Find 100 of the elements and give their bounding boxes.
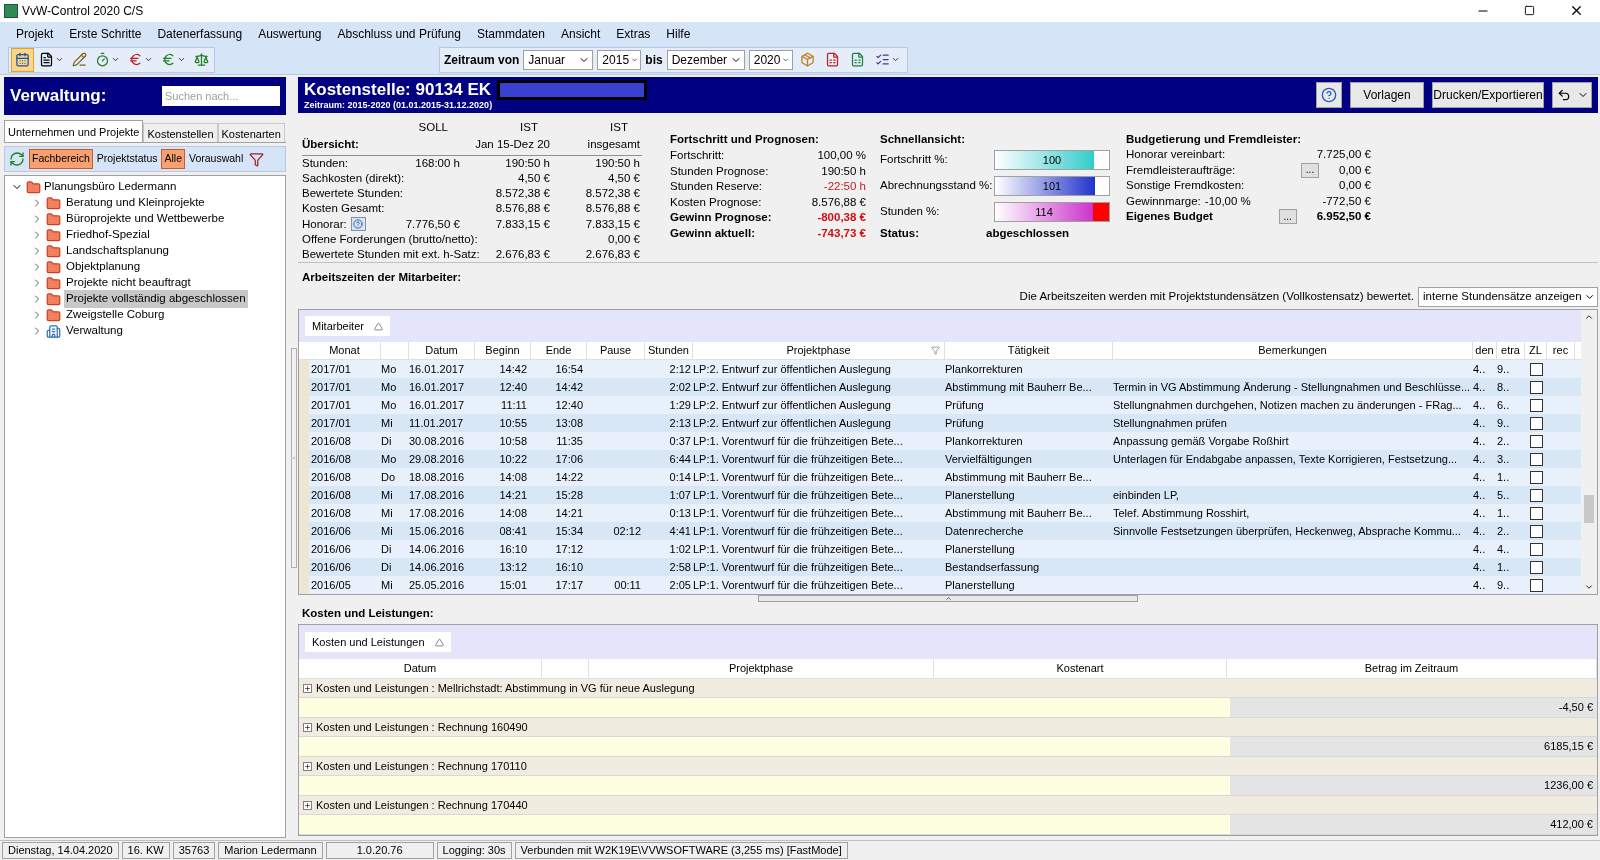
filter-icon[interactable] (931, 346, 940, 356)
checkbox[interactable] (1529, 398, 1543, 412)
search-field[interactable]: Suchen nach... (162, 86, 280, 106)
column-header[interactable]: ZL (1525, 342, 1547, 360)
ellipsis-button[interactable]: ... (1278, 209, 1297, 225)
column-header[interactable]: Projektphase (589, 659, 934, 678)
checkbox[interactable] (1529, 488, 1543, 502)
rate-dropdown[interactable]: interne Stundensätze anzeigen (1418, 286, 1598, 307)
column-header[interactable]: Monat (309, 342, 381, 360)
column-header[interactable]: Datum (299, 659, 542, 678)
expand-icon[interactable] (303, 800, 312, 810)
column-header[interactable]: Bemerkungen (1113, 342, 1473, 360)
tree-item[interactable]: Projekte vollständig abgeschlossen (64, 290, 248, 308)
menu-item[interactable]: Projekt (8, 24, 62, 43)
undo-button[interactable] (1552, 82, 1592, 108)
checkbox[interactable] (1529, 416, 1543, 430)
tree-item[interactable]: Beratung und Kleinprojekte (64, 194, 207, 212)
splitter-handle[interactable] (758, 595, 1138, 603)
expand-icon[interactable] (303, 722, 312, 732)
sidebar-tab[interactable]: Kostenstellen (143, 123, 218, 142)
menu-item[interactable]: Extras (608, 24, 659, 43)
column-header[interactable]: Pause (587, 342, 645, 360)
menu-item[interactable]: Ansicht (552, 24, 609, 43)
column-header[interactable]: Betrag im Zeitraum (1227, 659, 1597, 678)
month-to-dropdown[interactable]: Dezember (666, 49, 745, 70)
checkbox[interactable] (1529, 506, 1543, 520)
checkbox[interactable] (1529, 524, 1543, 538)
year-to-dropdown[interactable]: 2020 (748, 49, 793, 70)
chevron-up-icon[interactable] (944, 595, 952, 603)
refresh-icon[interactable] (9, 151, 25, 167)
maximize-icon[interactable] (1524, 5, 1535, 16)
header-button[interactable]: Vorlagen (1350, 82, 1424, 108)
expand-icon[interactable] (303, 761, 312, 771)
column-header[interactable]: Beginn (475, 342, 531, 360)
menu-item[interactable]: Hilfe (658, 24, 699, 43)
checkbox[interactable] (1529, 380, 1543, 394)
column-header[interactable]: den (1473, 342, 1497, 360)
menu-item[interactable]: Stammdaten (468, 24, 553, 43)
column-header[interactable]: Datum (409, 342, 475, 360)
group-chip[interactable]: Kosten und Leistungen (305, 632, 451, 652)
scrollbar[interactable] (1581, 310, 1597, 595)
help-button[interactable] (1316, 82, 1342, 108)
sidebar-tab[interactable]: Kostenarten (217, 123, 285, 142)
tree-item[interactable]: Projekte nicht beauftragt (64, 274, 193, 292)
checkbox[interactable] (1529, 434, 1543, 448)
forecast-value: -743,73 € (817, 225, 866, 241)
menu-item[interactable]: Datenerfassung (149, 24, 251, 43)
column-header[interactable]: Kostenart (934, 659, 1227, 678)
column-header[interactable]: Tätigkeit (945, 342, 1113, 360)
month-from-dropdown[interactable]: Januar (523, 49, 594, 70)
scroll-thumb[interactable] (1584, 495, 1594, 524)
checkbox[interactable] (1529, 452, 1543, 466)
collapse-handle[interactable] (291, 347, 297, 568)
column-header[interactable]: etra (1497, 342, 1525, 360)
table-cell: 6:44 (669, 452, 691, 465)
tree-item[interactable]: Objektplanung (64, 258, 143, 276)
tree-item[interactable]: Zweigstelle Coburg (64, 306, 167, 324)
sidebar-tab[interactable]: Unternehmen und Projekte (4, 120, 144, 142)
close-icon[interactable] (1569, 3, 1584, 18)
budget-value: -772,50 € (1322, 193, 1371, 209)
filter-button[interactable]: Fachbereich (29, 149, 93, 169)
caret-icon (890, 55, 900, 64)
ellipsis-button[interactable]: ... (1301, 162, 1319, 178)
menu-item[interactable]: Erste Schritte (61, 24, 150, 43)
tree-item[interactable]: Planungsbüro Ledermann (44, 178, 177, 196)
help-button[interactable] (350, 217, 366, 232)
column-header[interactable]: Ende (531, 342, 587, 360)
meter-label: Abrechnungsstand %: (880, 178, 993, 194)
column-header[interactable]: Projektphase (693, 342, 945, 360)
group-chip[interactable]: Mitarbeiter (305, 316, 390, 337)
amount-cell-text: 412,00 € (1550, 817, 1593, 833)
checkbox[interactable] (1529, 470, 1543, 484)
column-header[interactable]: rec (1547, 342, 1575, 360)
table-cell: 18.08.2016 (409, 470, 465, 483)
overview-value: 2.676,83 € (585, 247, 640, 260)
checkbox[interactable] (1529, 542, 1543, 556)
checkbox[interactable] (1529, 578, 1543, 592)
menu-item[interactable]: Abschluss und Prüfung (329, 24, 469, 43)
tree-item[interactable]: Landschaftsplanung (64, 242, 171, 260)
checkbox[interactable] (1529, 362, 1543, 376)
tree-item[interactable]: Friedhof-Spezial (64, 226, 152, 244)
tree-item[interactable]: Verwaltung (64, 322, 125, 340)
overview-value: 7.776,50 € (405, 217, 460, 230)
table-cell: Termin in VG Abstimmung Änderung - Stellungnahmen und Beschlüsse... (1113, 380, 1471, 393)
row-indicator[interactable] (299, 576, 309, 595)
expand-icon[interactable] (303, 683, 312, 693)
filter-icon[interactable] (249, 151, 265, 167)
checkbox[interactable] (1529, 560, 1543, 574)
overview-value: 8.572,38 € (495, 187, 550, 200)
header-button[interactable]: Drucken/Exportieren (1432, 82, 1544, 108)
filter-button[interactable]: Projektstatus (94, 149, 160, 169)
sort-icon (373, 321, 383, 331)
menu-item[interactable]: Auswertung (250, 24, 330, 43)
column-subheading: Jan 15-Dez 20 (475, 137, 550, 153)
table-cell: 2016/06 (311, 524, 351, 537)
column-header[interactable]: Stunden (645, 342, 693, 360)
filter-button[interactable]: Vorauswahl (187, 149, 246, 169)
filter-button[interactable]: Alle (161, 149, 185, 169)
tree-item[interactable]: Büroprojekte und Wettbewerbe (64, 210, 227, 228)
year-from-dropdown[interactable]: 2015 (597, 49, 642, 70)
